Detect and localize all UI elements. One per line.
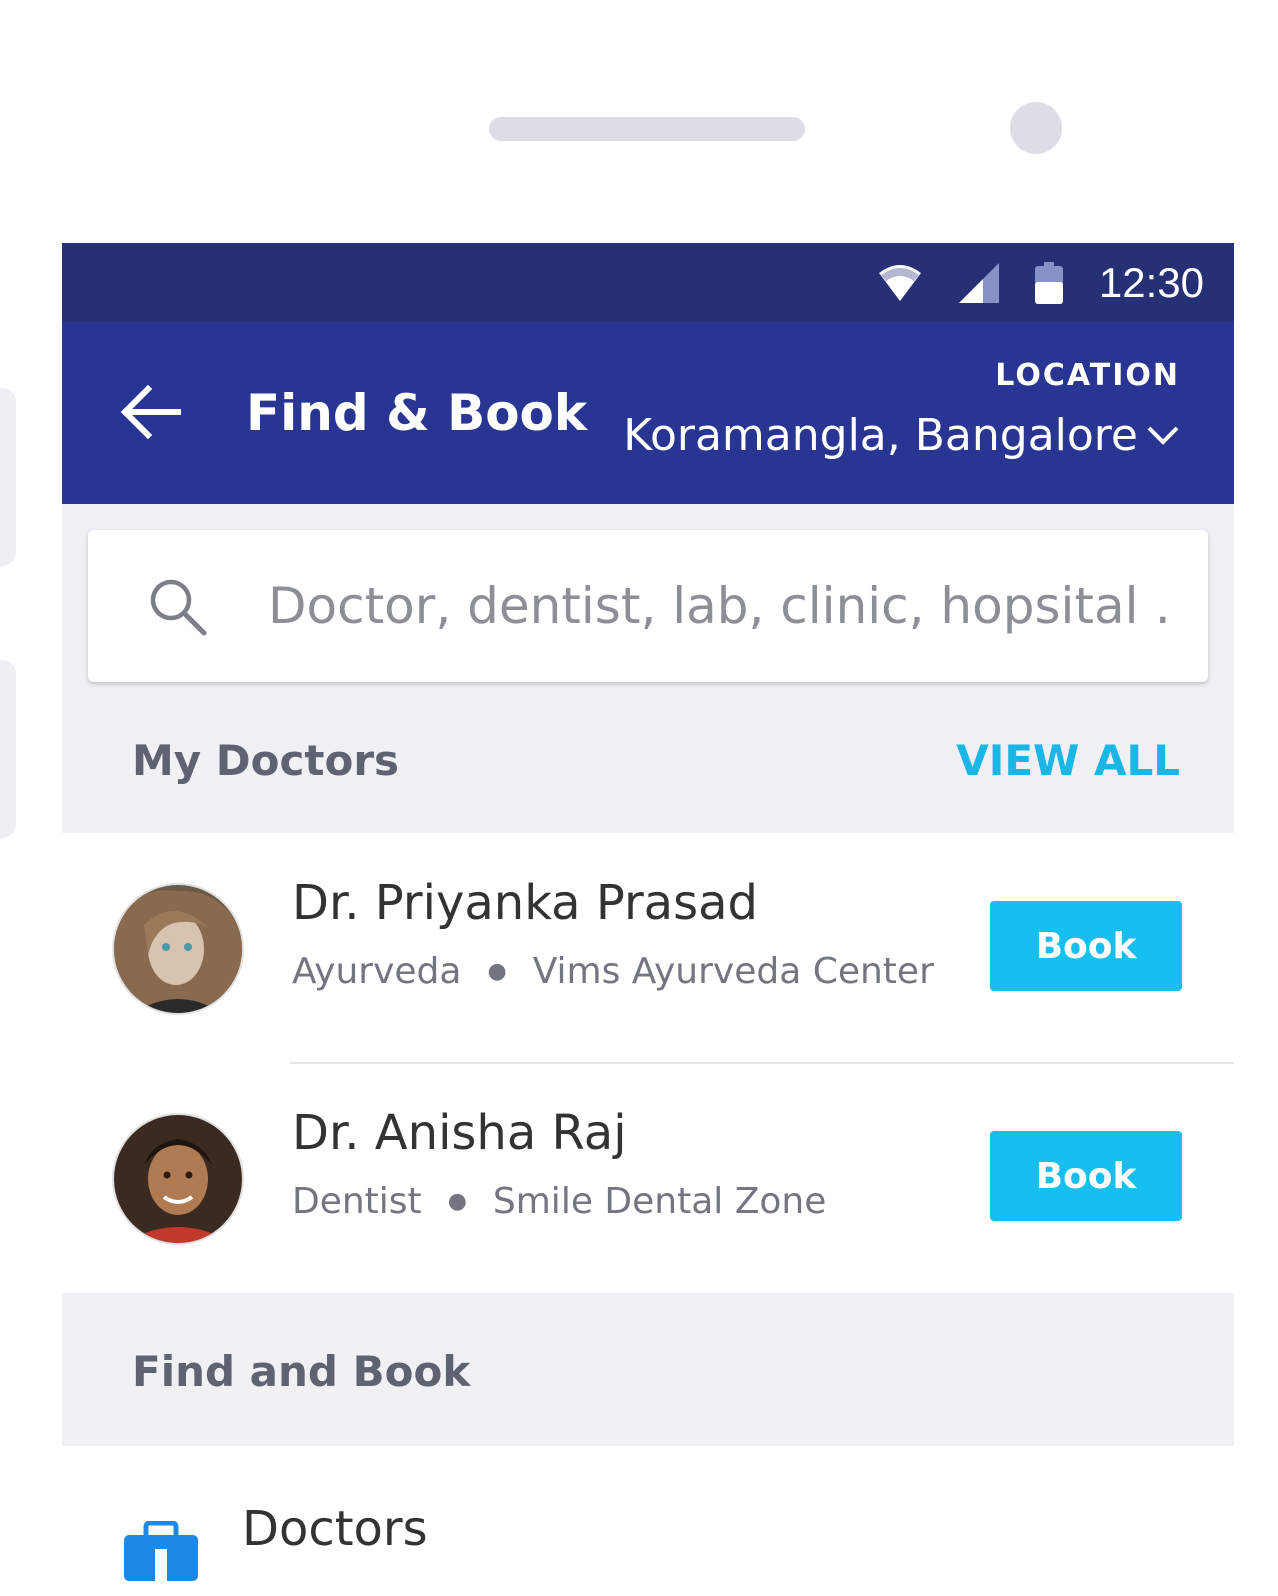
phone-screen: 12:30 Find & Book LOCATION Koramangla, B… xyxy=(62,243,1234,1596)
doctor-clinic: Smile Dental Zone xyxy=(492,1181,827,1222)
medical-kit-icon xyxy=(124,1521,198,1581)
find-and-book-header: Find and Book xyxy=(62,1293,1234,1446)
separator-dot: ● xyxy=(447,1189,467,1214)
battery-icon xyxy=(1034,261,1063,304)
book-button[interactable]: Book xyxy=(990,901,1182,991)
doctor-details: Dentist ● Smile Dental Zone xyxy=(292,1181,826,1222)
section-title: Find and Book xyxy=(132,1347,471,1396)
list-item[interactable]: Dr. Anisha Raj Dentist ● Smile Dental Zo… xyxy=(62,1063,1234,1293)
status-bar: 12:30 xyxy=(62,243,1234,322)
search-input[interactable] xyxy=(268,570,1168,642)
view-all-link[interactable]: VIEW ALL xyxy=(956,736,1180,785)
signal-icon xyxy=(958,262,999,303)
separator-dot: ● xyxy=(487,959,507,984)
phone-camera xyxy=(1010,102,1062,154)
app-bar: Find & Book LOCATION Koramangla, Bangalo… xyxy=(62,322,1234,504)
search-bar xyxy=(88,530,1208,682)
back-arrow-icon[interactable] xyxy=(116,377,186,447)
section-title: My Doctors xyxy=(132,736,400,785)
list-item[interactable]: Dr. Priyanka Prasad Ayurveda ● Vims Ayur… xyxy=(62,833,1234,1064)
doctor-details: Ayurveda ● Vims Ayurveda Center xyxy=(292,951,934,992)
phone-side-button xyxy=(0,388,16,566)
phone-side-button xyxy=(0,660,16,838)
doctor-specialty: Dentist xyxy=(292,1181,422,1222)
location-label: LOCATION xyxy=(995,358,1180,393)
doctor-specialty: Ayurveda xyxy=(292,951,462,992)
doctor-name: Dr. Priyanka Prasad xyxy=(292,875,758,931)
my-doctors-header: My Doctors VIEW ALL xyxy=(62,708,1234,816)
chevron-down-icon[interactable] xyxy=(1146,424,1180,448)
phone-speaker xyxy=(489,117,805,141)
doctor-clinic: Vims Ayurveda Center xyxy=(532,951,934,992)
page-title: Find & Book xyxy=(246,384,588,442)
my-doctors-list: Dr. Priyanka Prasad Ayurveda ● Vims Ayur… xyxy=(62,833,1234,1293)
avatar xyxy=(112,1113,244,1245)
find-and-book-list: Doctors xyxy=(62,1446,1234,1596)
status-time: 12:30 xyxy=(1098,258,1204,306)
doctor-name: Dr. Anisha Raj xyxy=(292,1105,627,1161)
wifi-icon xyxy=(878,264,921,301)
book-button[interactable]: Book xyxy=(990,1131,1182,1221)
category-label: Doctors xyxy=(242,1501,428,1557)
avatar xyxy=(112,883,244,1015)
search-icon xyxy=(150,579,207,636)
location-selector[interactable]: Koramangla, Bangalore xyxy=(623,410,1138,461)
